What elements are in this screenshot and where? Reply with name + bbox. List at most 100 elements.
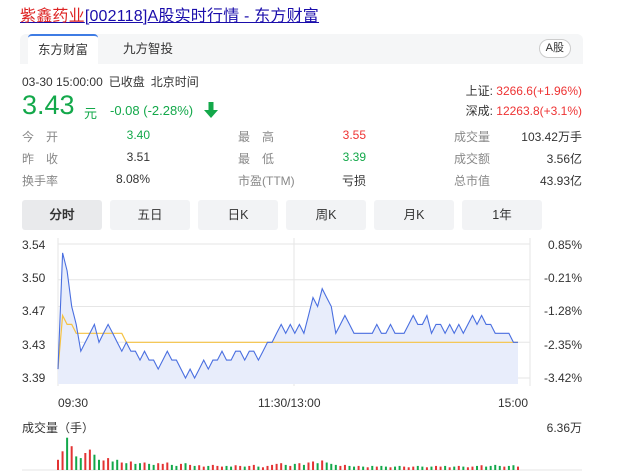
volume-bar xyxy=(66,437,69,470)
volume-bar xyxy=(271,464,274,470)
volume-bar xyxy=(503,466,506,470)
index-shenzhen[interactable]: 深成: 12263.8(+3.1%) xyxy=(466,102,582,119)
volume-bar xyxy=(307,462,310,470)
market-badge: A股 xyxy=(538,39,571,58)
source-tabbar: 东方财富 九方智投 A股 xyxy=(20,34,583,64)
x-tick-1: 11:30/13:00 xyxy=(258,396,321,410)
volume-bar xyxy=(435,465,438,470)
volume-bar xyxy=(243,466,246,470)
volume-bar xyxy=(384,466,387,470)
stat-low-label: 最 低 xyxy=(238,152,275,166)
y-tick-right-0: 0.85% xyxy=(547,238,582,252)
volume-bar xyxy=(202,466,205,470)
stock-code[interactable]: [002118] xyxy=(85,8,148,25)
stat-low-value: 3.39 xyxy=(342,150,366,164)
period-intraday[interactable]: 分时 xyxy=(22,200,102,230)
volume-bar xyxy=(284,464,287,470)
tab-jiufang[interactable]: 九方智投 xyxy=(112,34,184,64)
volume-bar xyxy=(84,453,87,470)
volume-bar xyxy=(152,464,155,470)
status-line: 03-30 15:00:00 已收盘 北京时间 xyxy=(22,73,205,90)
volume-bar xyxy=(234,465,237,470)
stat-volume-label: 成交量 xyxy=(454,130,491,144)
volume-bar xyxy=(157,463,160,470)
volume-bar xyxy=(230,466,233,470)
index-shanghai[interactable]: 上证: 3266.6(+1.96%) xyxy=(466,82,582,99)
x-tick-0: 09:30 xyxy=(58,396,89,410)
stat-turnover-value: 8.08% xyxy=(115,172,150,186)
volume-bar xyxy=(216,465,219,470)
quote-datetime: 03-30 15:00:00 xyxy=(22,75,103,89)
volume-bar xyxy=(111,461,114,470)
volume-bar xyxy=(116,459,119,470)
volume-bar xyxy=(430,466,433,470)
volume-bar xyxy=(453,466,456,470)
volume-bar xyxy=(476,465,479,470)
stat-turnover-label: 换手率 xyxy=(22,174,59,188)
volume-bar xyxy=(257,466,260,470)
volume-bar xyxy=(316,463,319,470)
volume-bar xyxy=(312,461,315,470)
volume-bar xyxy=(207,465,210,470)
volume-bar xyxy=(407,467,410,470)
index-shenzhen-value: 12263.8(+3.1%) xyxy=(496,104,582,118)
volume-bar xyxy=(517,466,519,470)
index-shanghai-value: 3266.6(+1.96%) xyxy=(496,84,582,98)
volume-bar xyxy=(471,466,474,470)
volume-bar xyxy=(61,451,64,470)
period-monthly-k[interactable]: 月K xyxy=(374,200,454,230)
volume-bar xyxy=(97,459,100,470)
page-title[interactable]: 紫鑫药业[002118]A股实时行情 - 东方财富 xyxy=(20,2,319,26)
x-tick-2: 15:00 xyxy=(498,396,529,410)
volume-bar xyxy=(239,465,242,470)
volume-bar xyxy=(120,462,123,470)
volume-bar xyxy=(298,463,301,470)
volume-bar xyxy=(448,467,451,470)
y-tick-left-3: 3.43 xyxy=(22,338,46,352)
volume-bar xyxy=(161,463,164,470)
stat-pe-value: 亏损 xyxy=(341,174,366,188)
volume-bar xyxy=(198,465,201,470)
stat-amount-value: 3.56亿 xyxy=(546,152,582,166)
volume-bar xyxy=(179,463,182,470)
volume-bar xyxy=(293,463,296,470)
stat-amount-label: 成交额 xyxy=(454,152,491,166)
index-shenzhen-label: 深成: xyxy=(465,104,493,118)
volume-bar xyxy=(398,465,401,470)
volume-bar xyxy=(389,467,392,470)
price-line-layer xyxy=(57,252,518,380)
volume-bar xyxy=(343,464,346,470)
volume-bar xyxy=(280,463,283,470)
stat-cap-label: 总市值 xyxy=(454,174,491,188)
stock-name[interactable]: 紫鑫药业 xyxy=(20,8,85,25)
tab-eastmoney[interactable]: 东方财富 xyxy=(28,34,98,64)
volume-bar xyxy=(275,463,278,470)
volume-bar xyxy=(143,462,146,470)
title-suffix[interactable]: A股实时行情 - 东方财富 xyxy=(148,8,320,25)
volume-bar xyxy=(403,466,406,470)
price-line xyxy=(57,252,518,380)
volume-bar xyxy=(425,467,428,470)
stat-cap-value: 43.93亿 xyxy=(539,174,582,188)
volume-bar xyxy=(489,465,492,470)
volume-bar xyxy=(289,465,292,470)
price-area-layer xyxy=(58,252,518,384)
volume-bar xyxy=(166,462,169,470)
volume-bar xyxy=(321,460,324,470)
volume-bar xyxy=(375,466,378,470)
period-weekly-k[interactable]: 周K xyxy=(286,200,366,230)
volume-bar xyxy=(439,466,442,470)
volume-bar xyxy=(457,465,460,470)
price-unit: 元 xyxy=(84,106,98,121)
y-tick-left-2: 3.47 xyxy=(22,304,46,318)
period-daily-k[interactable]: 日K xyxy=(198,200,278,230)
volume-bar xyxy=(220,466,223,470)
period-5day[interactable]: 五日 xyxy=(110,200,190,230)
volume-bar xyxy=(184,463,187,470)
volume-bar xyxy=(211,464,214,470)
volume-bar xyxy=(353,466,356,470)
volume-bar xyxy=(444,465,447,470)
volume-bar xyxy=(134,463,137,470)
volume-bar xyxy=(334,464,337,470)
period-1year[interactable]: 1年 xyxy=(462,200,542,230)
